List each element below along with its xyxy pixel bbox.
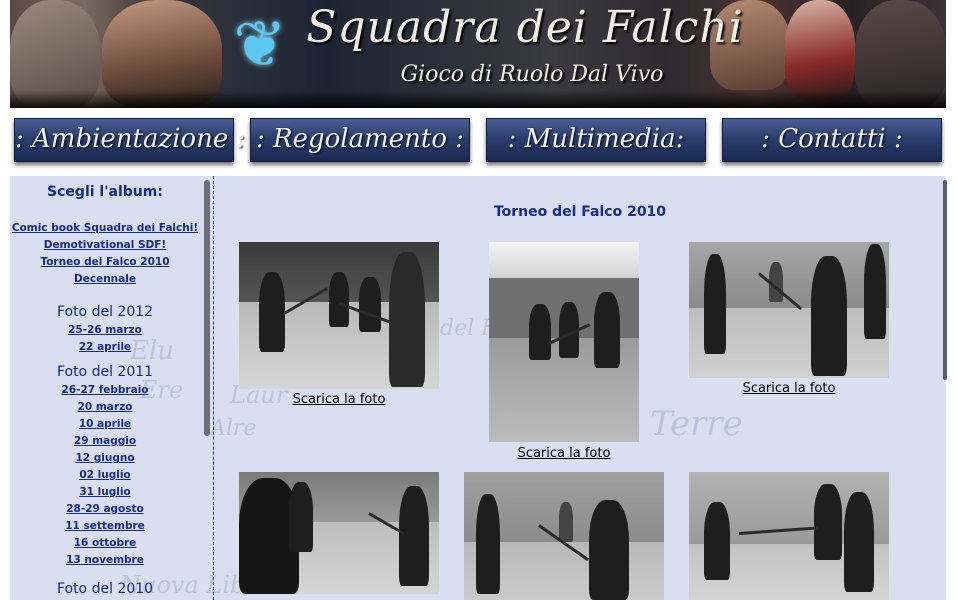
album-link-demotivational[interactable]: Demotivational SDF! — [10, 237, 200, 254]
year-heading-2010: Foto del 2010 — [56, 581, 154, 597]
album-link-2011[interactable]: 31 luglio — [10, 484, 200, 501]
album-link-2011[interactable]: 16 ottobre — [10, 535, 200, 552]
gallery-photo[interactable] — [239, 472, 439, 594]
content-area: Elu Ere Laur Alre del F Terre Nuova Libe… — [10, 176, 946, 600]
album-link-2011[interactable]: 11 settembre — [10, 518, 200, 535]
album-link-2011[interactable]: 10 aprile — [10, 416, 200, 433]
year-heading-2011: Foto del 2011 — [56, 364, 154, 380]
album-link-2012[interactable]: 25-26 marzo — [10, 322, 200, 339]
download-photo-link[interactable]: Scarica la foto — [239, 392, 439, 407]
gallery-title: Torneo del Falco 2010 — [493, 204, 667, 220]
album-link-2011[interactable]: 13 novembre — [10, 552, 200, 569]
nav-contatti[interactable]: : Contatti : — [722, 118, 942, 162]
download-photo-link[interactable]: Scarica la foto — [689, 381, 889, 396]
album-link-2011[interactable]: 26-27 febbraio — [10, 382, 200, 399]
album-link-torneo-falco-2010[interactable]: Torneo del Falco 2010 — [10, 254, 200, 271]
album-link-2011[interactable]: 02 luglio — [10, 467, 200, 484]
album-link-2011[interactable]: 28-29 agosto — [10, 501, 200, 518]
site-title: Squadra dei Falchi — [306, 2, 744, 53]
album-link-2012[interactable]: 22 aprile — [10, 339, 200, 356]
album-list: Comic book Squadra dei Falchi! Demotivat… — [10, 220, 200, 599]
gallery-photo[interactable] — [689, 242, 889, 378]
nav-multimedia[interactable]: : Multimedia: — [486, 118, 706, 162]
gallery-photo[interactable] — [464, 472, 664, 600]
eagle-icon: ❦ — [233, 8, 287, 82]
banner-shadow — [10, 90, 946, 108]
sidebar-heading: Scegli l'album: — [47, 184, 163, 200]
album-link-comic-book[interactable]: Comic book Squadra dei Falchi! — [10, 220, 200, 237]
year-heading-2012: Foto del 2012 — [56, 304, 154, 320]
album-link-2011[interactable]: 29 maggio — [10, 433, 200, 450]
gallery-panel: Torneo del Falco 2010 Scarica la foto Sc… — [214, 176, 946, 600]
album-link-2011[interactable]: 20 marzo — [10, 399, 200, 416]
site-subtitle: Gioco di Ruolo Dal Vivo — [400, 62, 664, 87]
banner-photo-masked — [785, 0, 855, 100]
album-link-decennale[interactable]: Decennale — [10, 271, 200, 288]
sidebar-scrollbar[interactable] — [204, 180, 210, 436]
nav-ambientazione[interactable]: : Ambientazione : — [14, 118, 245, 162]
page-scrollbar[interactable] — [943, 180, 947, 380]
gallery-photo[interactable] — [689, 472, 889, 600]
main-nav: : Ambientazione : : Regolamento : : Mult… — [10, 108, 946, 176]
download-photo-link[interactable]: Scarica la foto — [489, 446, 639, 461]
gallery-photo[interactable] — [489, 242, 639, 442]
nav-regolamento[interactable]: : Regolamento : — [250, 118, 470, 162]
album-link-2011[interactable]: 12 giugno — [10, 450, 200, 467]
album-sidebar: Scegli l'album: Comic book Squadra dei F… — [10, 176, 213, 600]
header-banner: ❦ Squadra dei Falchi Gioco di Ruolo Dal … — [10, 0, 946, 108]
gallery-photo[interactable] — [239, 242, 439, 389]
